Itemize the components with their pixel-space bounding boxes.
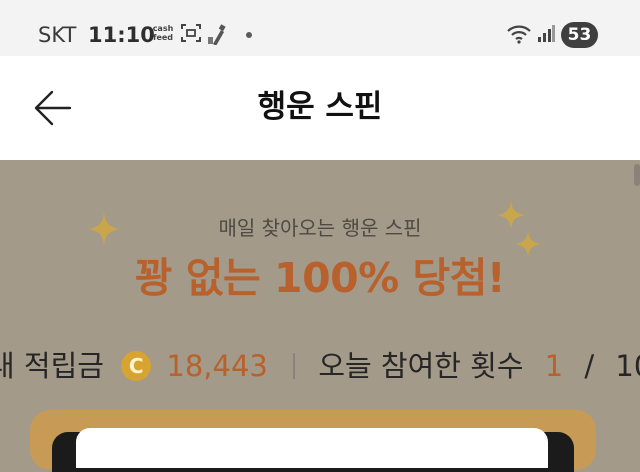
spin-content: 매일 찾아오는 행운 스핀 꽝 없는 100% 당첨! 내 적립금 C 18,4… bbox=[0, 160, 640, 472]
bottle-icon bbox=[207, 23, 227, 49]
count-label: 오늘 참여한 횟수 bbox=[318, 349, 524, 383]
promo-subtitle: 매일 찾아오는 행운 스핀 bbox=[218, 216, 422, 240]
promo-headline: 꽝 없는 100% 당첨! bbox=[134, 254, 506, 302]
points-value: 18,443 bbox=[166, 349, 268, 383]
wifi-icon bbox=[506, 24, 532, 48]
scan-icon bbox=[181, 24, 201, 46]
points-label: 내 적립금 bbox=[0, 349, 104, 383]
count-separator: / bbox=[584, 349, 595, 383]
battery-icon: 53 bbox=[561, 22, 598, 48]
spin-wheel[interactable] bbox=[76, 428, 548, 468]
page-title: 행운 스핀 bbox=[257, 89, 383, 125]
count-total: 10 bbox=[615, 349, 640, 383]
coin-icon: C bbox=[121, 351, 152, 381]
notification-dot-icon bbox=[246, 32, 252, 38]
status-bar: SKT 11:10 cash feed 53 bbox=[0, 0, 640, 56]
stats-divider bbox=[293, 353, 296, 379]
stats-row: 내 적립금 C 18,443 오늘 참여한 횟수 1 / 10 bbox=[0, 342, 640, 388]
cashfeed-icon: cash feed bbox=[152, 24, 174, 42]
signal-icon bbox=[537, 25, 555, 47]
count-value: 1 bbox=[544, 349, 564, 383]
scrollbar[interactable] bbox=[634, 164, 640, 186]
status-time: 11:10 bbox=[88, 23, 155, 47]
app-header: 행운 스핀 bbox=[0, 56, 640, 160]
carrier-label: SKT bbox=[38, 23, 77, 47]
